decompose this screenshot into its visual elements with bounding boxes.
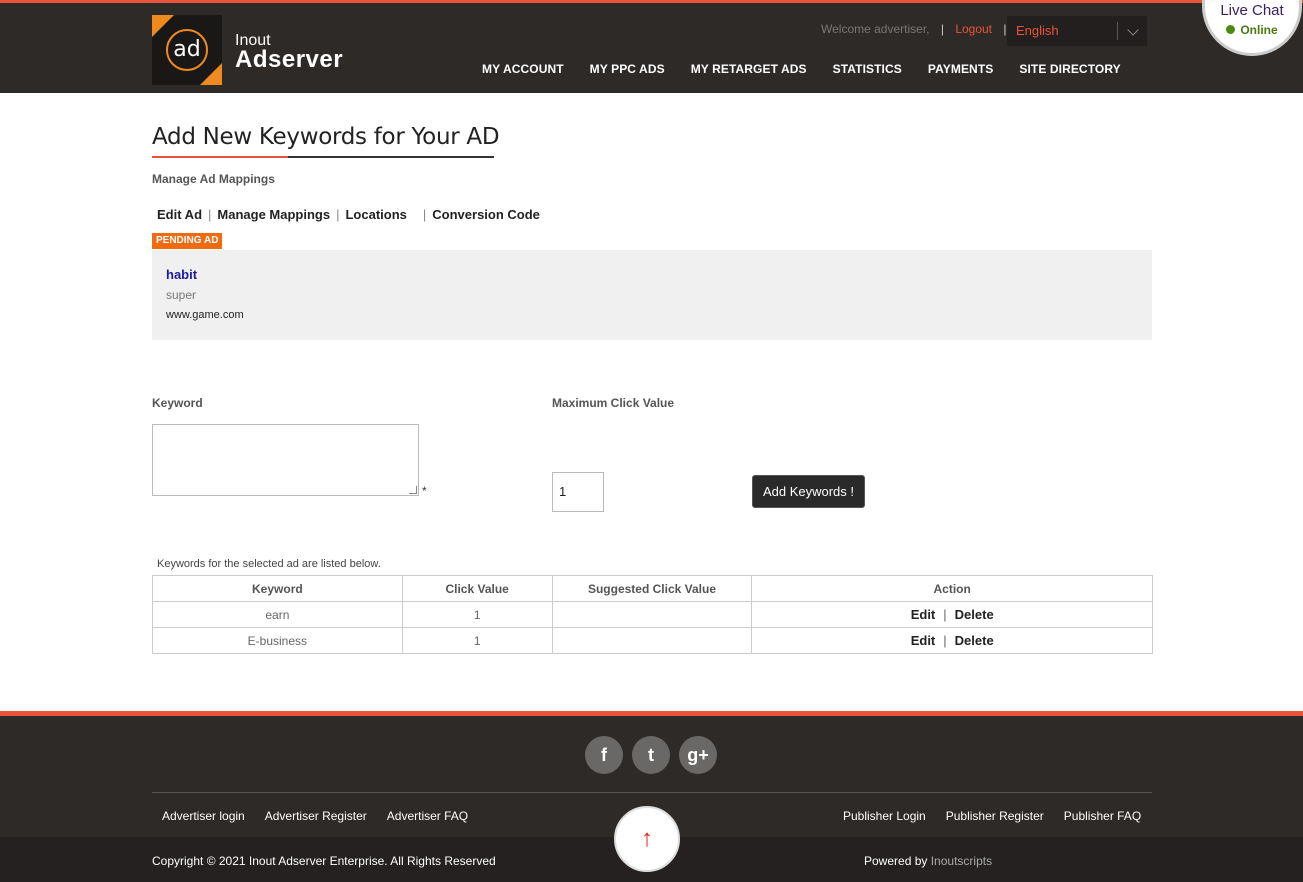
copyright-text: Copyright © 2021 Inout Adserver Enterpri… <box>152 854 496 868</box>
edit-link[interactable]: Edit <box>911 607 936 622</box>
logo[interactable]: ad <box>152 15 222 85</box>
keywords-list-note: Keywords for the selected ad are listed … <box>157 558 381 570</box>
nav-my-account[interactable]: MY ACCOUNT <box>482 62 564 76</box>
arrow-up-icon: ↑ <box>641 825 653 852</box>
edit-link[interactable]: Edit <box>911 633 936 648</box>
logo-corner <box>152 15 174 37</box>
separator: | <box>940 22 944 36</box>
required-mark: * <box>422 484 427 498</box>
brand-name[interactable]: Inout Adserver <box>235 33 344 73</box>
add-keywords-button[interactable]: Add Keywords ! <box>752 475 865 508</box>
column-header: Suggested Click Value <box>551 575 753 602</box>
nav-payments[interactable]: PAYMENTS <box>928 62 993 76</box>
nav-site-directory[interactable]: SITE DIRECTORY <box>1019 62 1120 76</box>
powered-by: Powered by Inoutscripts <box>864 854 992 868</box>
max-click-value-input[interactable]: 1 <box>552 472 604 512</box>
nav-statistics[interactable]: STATISTICS <box>833 62 902 76</box>
live-chat-status-text: Online <box>1240 23 1278 37</box>
keyword-cell: earn <box>152 601 403 628</box>
online-dot-icon <box>1226 25 1236 34</box>
column-header: Click Value <box>401 575 553 602</box>
logo-mark: ad <box>166 29 208 71</box>
main-nav: MY ACCOUNT MY PPC ADS MY RETARGET ADS STATI… <box>482 60 1147 78</box>
column-header: Keyword <box>152 575 403 602</box>
keyword-label: Keyword <box>152 396 203 410</box>
resize-handle-icon[interactable] <box>409 486 417 494</box>
table-header-row: Keyword Click Value Suggested Click Valu… <box>152 575 1153 602</box>
brand-line2: Adserver <box>235 46 344 73</box>
click-value-cell: 1 <box>401 627 553 654</box>
footer-divider <box>152 792 1152 793</box>
ad-url: www.game.com <box>166 309 244 321</box>
scroll-to-top-button[interactable]: ↑ <box>614 806 680 872</box>
live-chat-title: Live Chat <box>1220 2 1284 19</box>
ad-title[interactable]: habit <box>166 267 197 282</box>
delete-link[interactable]: Delete <box>955 633 994 648</box>
separator: | <box>943 607 947 622</box>
tab-locations[interactable]: Locations <box>345 207 406 222</box>
advertiser-links: Advertiser login Advertiser Register Adver… <box>162 809 488 823</box>
action-cell: Edit | Delete <box>751 601 1153 628</box>
table-row: E-business 1 Edit | Delete <box>152 627 1153 654</box>
google-plus-icon[interactable]: g+ <box>679 736 717 774</box>
nav-my-retarget-ads[interactable]: MY RETARGET ADS <box>691 62 807 76</box>
publisher-faq-link[interactable]: Publisher FAQ <box>1064 809 1141 823</box>
action-cell: Edit | Delete <box>751 627 1153 654</box>
logout-link[interactable]: Logout <box>955 22 992 36</box>
advertiser-faq-link[interactable]: Advertiser FAQ <box>387 809 468 823</box>
chevron-down-icon <box>1127 24 1139 36</box>
ad-tabs: Edit Ad | Manage Mappings | Locations | Conver… <box>157 207 540 222</box>
publisher-register-link[interactable]: Publisher Register <box>946 809 1044 823</box>
separator: | <box>422 207 427 222</box>
title-underline <box>152 156 494 158</box>
separator: | <box>208 207 212 222</box>
page-title: Add New Keywords for Your AD <box>152 124 500 150</box>
keywords-table: Keyword Click Value Suggested Click Valu… <box>152 575 1153 654</box>
column-header: Action <box>751 575 1153 602</box>
advertiser-login-link[interactable]: Advertiser login <box>162 809 245 823</box>
tab-manage-mappings[interactable]: Manage Mappings <box>217 207 330 222</box>
suggested-click-value-cell <box>551 601 753 628</box>
nav-my-ppc-ads[interactable]: MY PPC ADS <box>590 62 665 76</box>
section-subtitle: Manage Ad Mappings <box>152 172 275 186</box>
language-select[interactable]: English <box>1007 16 1147 46</box>
suggested-click-value-cell <box>551 627 753 654</box>
keyword-cell: E-business <box>152 627 403 654</box>
welcome-text: Welcome advertiser, <box>821 22 930 36</box>
table-row: earn 1 Edit | Delete <box>152 601 1153 628</box>
status-badge: PENDING AD <box>152 233 223 249</box>
facebook-icon[interactable]: f <box>585 736 623 774</box>
click-value-cell: 1 <box>401 601 553 628</box>
delete-link[interactable]: Delete <box>955 607 994 622</box>
publisher-login-link[interactable]: Publisher Login <box>843 809 926 823</box>
tab-conversion-code[interactable]: Conversion Code <box>432 207 540 222</box>
ad-description: super <box>166 288 197 302</box>
title-underline-accent <box>152 156 288 158</box>
ad-preview: habit super www.game.com <box>152 250 1152 340</box>
logo-corner <box>200 63 222 85</box>
top-links: Welcome advertiser, | Logout | <box>821 22 1014 36</box>
powered-by-prefix: Powered by <box>864 854 928 868</box>
tab-edit-ad[interactable]: Edit Ad <box>157 207 202 222</box>
twitter-icon[interactable]: t <box>632 736 670 774</box>
publisher-links: Publisher Login Publisher Register Publish… <box>843 809 1141 823</box>
select-divider <box>1117 22 1118 40</box>
separator: | <box>943 633 947 648</box>
site-header: ad Inout Adserver Welcome advertiser, | … <box>0 0 1303 93</box>
language-value: English <box>1016 23 1059 38</box>
separator: | <box>336 207 340 222</box>
keyword-input[interactable] <box>152 424 419 496</box>
max-click-label: Maximum Click Value <box>552 396 675 410</box>
powered-by-link[interactable]: Inoutscripts <box>931 854 992 868</box>
advertiser-register-link[interactable]: Advertiser Register <box>265 809 367 823</box>
live-chat-status: Online <box>1205 23 1299 37</box>
